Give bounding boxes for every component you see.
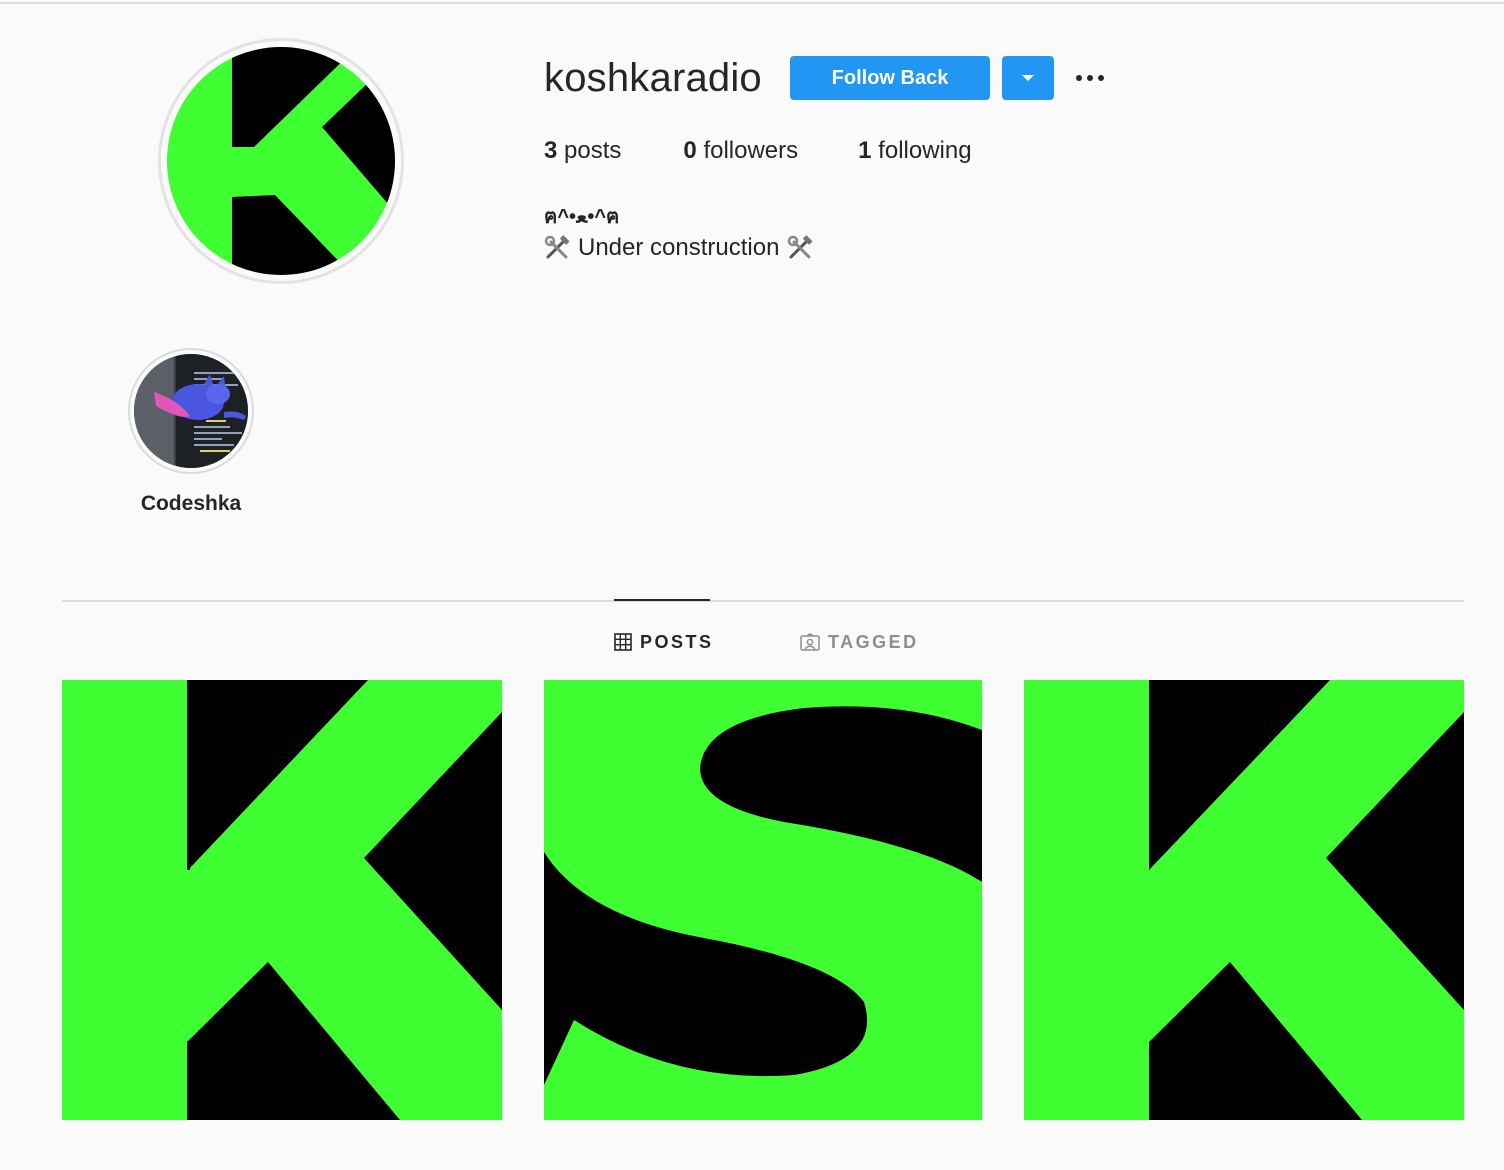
active-tab-indicator xyxy=(614,599,710,601)
tagged-user-icon xyxy=(800,633,820,651)
top-divider xyxy=(0,2,1504,4)
followers-link[interactable]: 0 followers xyxy=(683,137,798,165)
suggestions-dropdown-button[interactable] xyxy=(1002,56,1054,100)
profile-avatar[interactable] xyxy=(167,47,395,275)
posts-count-stat: 3 posts xyxy=(544,137,622,164)
chevron-down-icon xyxy=(1022,75,1034,81)
highlight-label: Codeshka xyxy=(140,492,242,515)
profile-stats: 3 posts 0 followers 1 following xyxy=(544,137,972,165)
hammer-and-wrench-icon xyxy=(788,235,813,259)
post-thumbnail[interactable] xyxy=(62,680,502,1120)
tab-tagged[interactable]: TAGGED xyxy=(800,630,919,654)
tab-posts[interactable]: POSTS xyxy=(614,630,714,654)
following-link[interactable]: 1 following xyxy=(858,137,971,165)
more-options-icon[interactable] xyxy=(1070,66,1110,90)
profile-username: koshkaradio xyxy=(544,56,762,100)
grid-icon xyxy=(614,633,632,651)
bio-kaomoji: ฅ^•ﻌ•^ฅ xyxy=(544,206,620,228)
bio-status: Under construction xyxy=(544,234,813,262)
post-thumbnail[interactable] xyxy=(1024,680,1464,1120)
follow-back-button[interactable]: Follow Back xyxy=(790,56,990,100)
tabs-divider xyxy=(62,600,1464,602)
hammer-and-wrench-icon xyxy=(544,235,570,259)
post-thumbnail[interactable] xyxy=(544,680,982,1120)
story-highlight-cover[interactable] xyxy=(134,354,248,468)
